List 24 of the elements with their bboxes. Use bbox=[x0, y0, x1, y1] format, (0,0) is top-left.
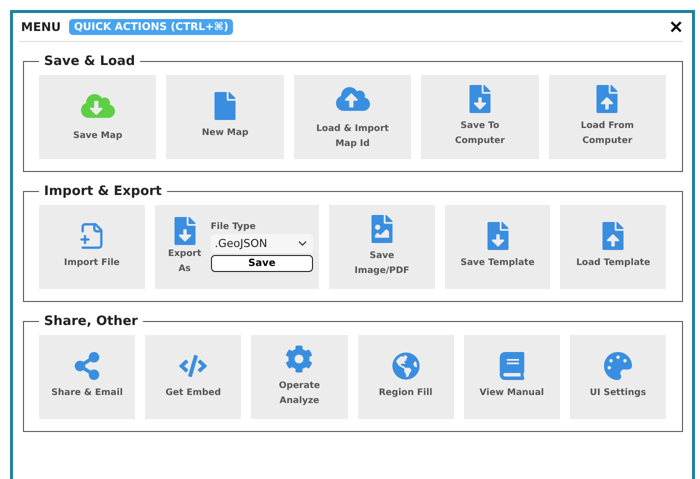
action-tile[interactable]: Save Template bbox=[444, 205, 550, 289]
action-tile[interactable]: Save Map bbox=[39, 75, 156, 159]
action-tile[interactable]: View Manual bbox=[464, 335, 560, 419]
action-tile[interactable]: Region Fill bbox=[358, 335, 454, 419]
action-tile[interactable]: Get Embed bbox=[145, 335, 242, 419]
action-tile[interactable]: Import File bbox=[39, 205, 145, 289]
action-tile[interactable]: Load Template bbox=[560, 205, 666, 289]
close-button[interactable]: ✕ bbox=[669, 16, 683, 38]
action-tile[interactable]: Save To Computer bbox=[421, 75, 539, 159]
action-tile[interactable]: New Map bbox=[166, 75, 284, 159]
action-tile[interactable]: Share & Email bbox=[39, 335, 136, 419]
export-label: Export As bbox=[166, 248, 202, 276]
field-label: File Type bbox=[210, 222, 257, 232]
file-type-select[interactable]: .GeoJSON bbox=[210, 234, 314, 253]
action-tile[interactable]: UI Settings bbox=[570, 335, 666, 419]
section-title: Share, Other bbox=[43, 314, 139, 329]
action-tile[interactable]: Operate Analyze bbox=[251, 335, 348, 419]
action-tile[interactable]: Load & Import Map Id bbox=[294, 75, 412, 159]
menu-title: MENU bbox=[21, 20, 61, 34]
action-tile[interactable]: Save Image/PDF bbox=[329, 205, 435, 289]
section-title: Import & Export bbox=[43, 184, 163, 199]
save-button[interactable]: Save bbox=[210, 255, 314, 272]
action-tile[interactable]: Load From Computer bbox=[548, 75, 666, 159]
section-title: Save & Load bbox=[43, 54, 136, 69]
